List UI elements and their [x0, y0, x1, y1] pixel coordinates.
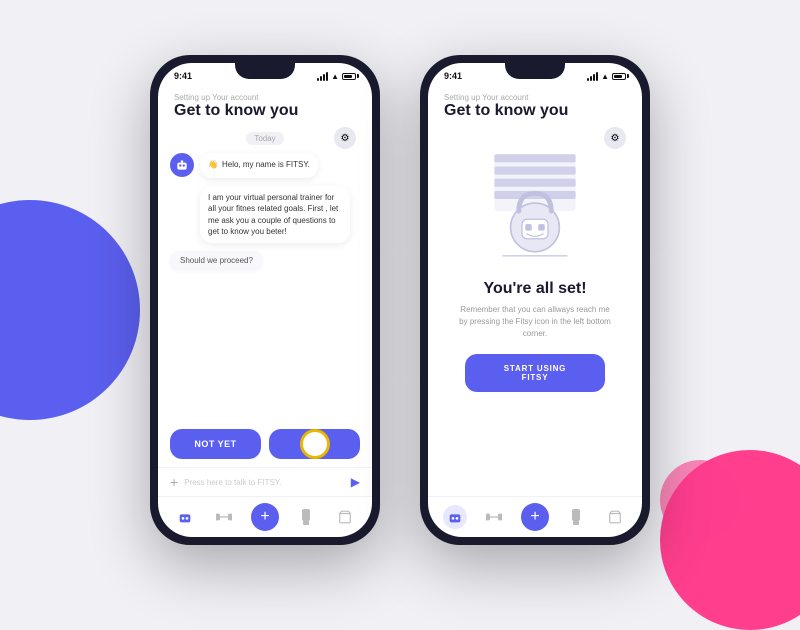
right-phone: 9:41 ▲ Setting up Your account Get to kn…	[420, 55, 650, 545]
time-left: 9:41	[174, 71, 192, 81]
battery-icon	[342, 73, 356, 80]
date-label: Today	[246, 132, 283, 145]
notch	[235, 63, 295, 79]
nav-bag-left[interactable]	[333, 505, 357, 529]
left-title: Get to know you	[174, 102, 356, 120]
nav-plus-left[interactable]: +	[251, 503, 279, 531]
greeting-bubble: 👋 Helo, my name is FITSY.	[200, 153, 318, 178]
bottom-nav-right: +	[428, 496, 642, 537]
nav-dumbbell-left[interactable]	[212, 505, 236, 529]
time-right: 9:41	[444, 71, 462, 81]
emoji-row: 👋 Helo, my name is FITSY.	[208, 159, 310, 170]
yes-button[interactable]: YES	[269, 429, 360, 459]
question-text: Should we proceed?	[180, 256, 253, 265]
send-icon[interactable]: ▶	[351, 475, 360, 489]
allset-content: You're all set! Remember that you can al…	[428, 126, 642, 496]
nav-supplement-left[interactable]	[294, 505, 318, 529]
wave-emoji: 👋	[208, 159, 218, 170]
status-icons-right: ▲	[587, 72, 626, 81]
bottom-nav-left: +	[158, 496, 372, 537]
nav-dumbbell-right[interactable]	[482, 505, 506, 529]
wifi-icon: ▲	[331, 72, 339, 81]
signal-icon	[317, 72, 328, 81]
allset-title: You're all set!	[483, 280, 586, 298]
robot-illustration	[470, 138, 600, 268]
phones-container: 9:41 ▲ Setting up Your account Get to kn…	[0, 0, 800, 600]
settings-icon-left[interactable]: ⚙	[334, 127, 356, 149]
not-yet-button[interactable]: NOT YET	[170, 429, 261, 459]
nav-bag-right[interactable]	[603, 505, 627, 529]
add-icon[interactable]: +	[170, 474, 178, 490]
bot-avatar	[170, 153, 194, 177]
input-placeholder[interactable]: Press here to talk to FITSY.	[184, 478, 345, 487]
nav-supplement-right[interactable]	[564, 505, 588, 529]
nav-robot-right[interactable]	[443, 505, 467, 529]
right-screen-header: Setting up Your account Get to know you …	[428, 85, 642, 126]
greeting-text: Helo, my name is FITSY.	[222, 159, 310, 170]
notch-right	[505, 63, 565, 79]
nav-plus-right[interactable]: +	[521, 503, 549, 531]
question-bubble: Should we proceed?	[170, 251, 263, 270]
message-bubble: I am your virtual personal trainer for a…	[200, 186, 350, 243]
left-phone-screen: 9:41 ▲ Setting up Your account Get to kn…	[158, 63, 372, 537]
message-text: I am your virtual personal trainer for a…	[208, 193, 338, 236]
nav-robot-left[interactable]	[173, 505, 197, 529]
greeting-row: 👋 Helo, my name is FITSY.	[170, 153, 360, 178]
yes-label: YES	[305, 439, 325, 449]
start-button[interactable]: START USING FITSY	[465, 354, 605, 392]
action-buttons: NOT YET YES	[158, 421, 372, 467]
right-phone-screen: 9:41 ▲ Setting up Your account Get to kn…	[428, 63, 642, 537]
signal-icon-right	[587, 72, 598, 81]
right-subtitle: Setting up Your account	[444, 93, 626, 102]
left-phone: 9:41 ▲ Setting up Your account Get to kn…	[150, 55, 380, 545]
right-title: Get to know you	[444, 102, 626, 120]
left-screen-header: Setting up Your account Get to know you …	[158, 85, 372, 126]
settings-icon-right[interactable]: ⚙	[604, 127, 626, 149]
battery-icon-right	[612, 73, 626, 80]
chat-area: Today 👋 Helo, my name is FITS	[158, 126, 372, 421]
left-subtitle: Setting up Your account	[174, 93, 356, 102]
allset-description: Remember that you can allways reach me b…	[455, 304, 615, 340]
wifi-icon-right: ▲	[601, 72, 609, 81]
input-bar: + Press here to talk to FITSY. ▶	[158, 467, 372, 496]
status-icons-left: ▲	[317, 72, 356, 81]
